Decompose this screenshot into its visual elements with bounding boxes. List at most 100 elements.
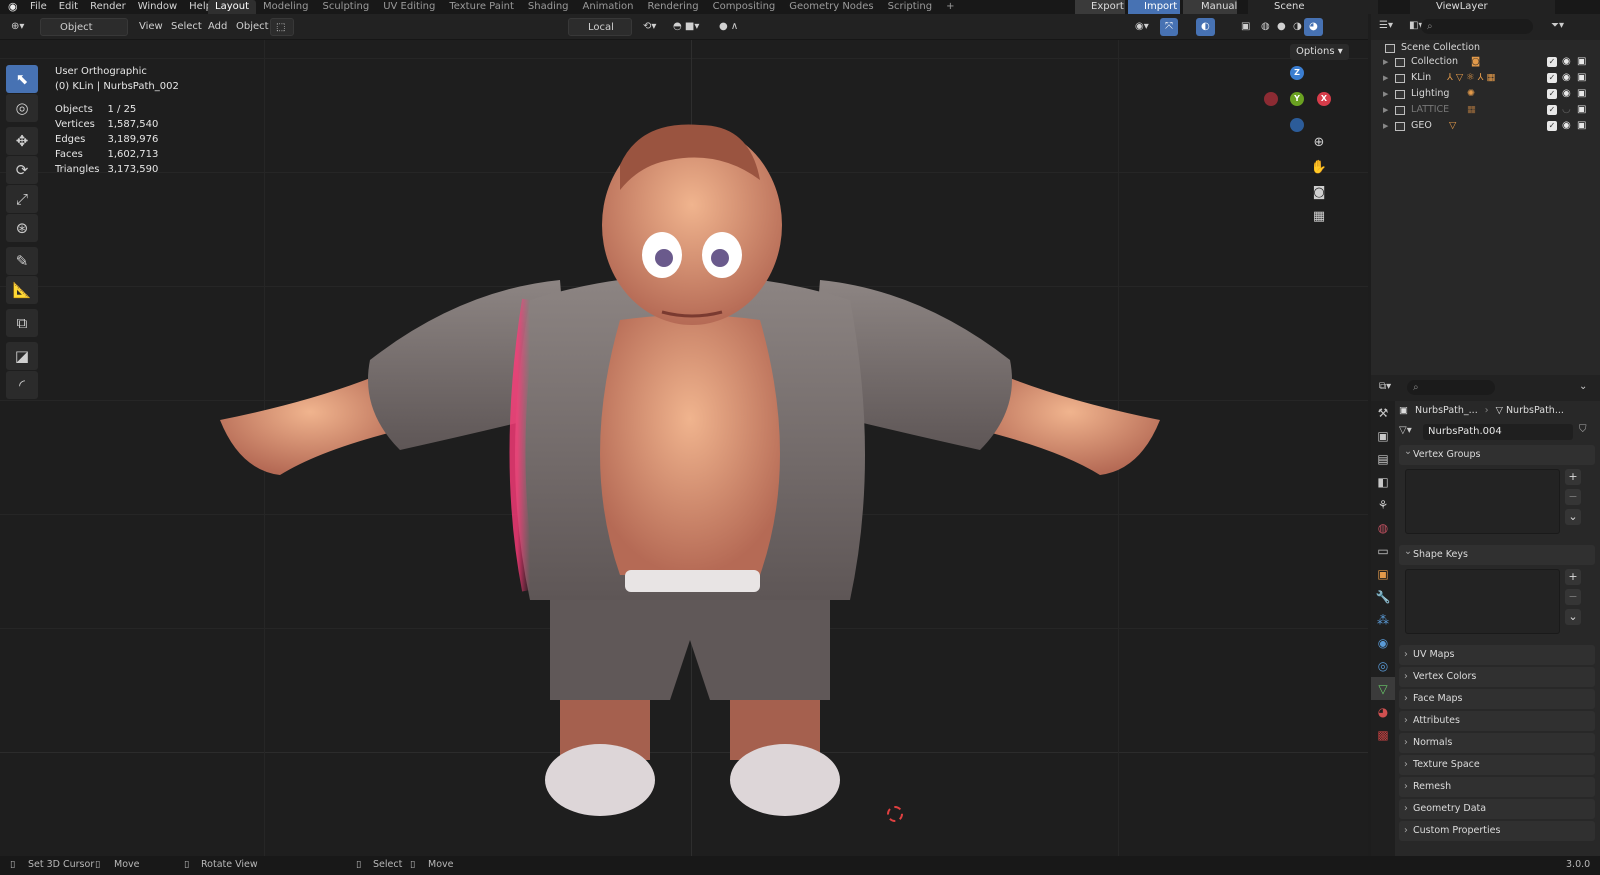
render-icon[interactable]: ▣ — [1577, 118, 1586, 134]
eye-icon[interactable]: ◉ — [1562, 118, 1571, 134]
data-browse-icon[interactable]: ▽▾ — [1399, 425, 1412, 436]
properties-editor-icon[interactable]: ⧉▾ — [1379, 381, 1391, 392]
tool-tab-icon[interactable]: ⚒ — [1371, 401, 1395, 424]
fake-user-icon[interactable]: ⛉ — [1579, 424, 1587, 435]
add-workspace-icon[interactable]: + — [939, 0, 961, 14]
vertex-groups-list[interactable] — [1405, 469, 1560, 534]
navigation-gizmo[interactable]: Z X Y — [1262, 64, 1338, 140]
render-icon[interactable]: ▣ — [1577, 70, 1586, 86]
data-tab-icon[interactable]: ▽ — [1371, 677, 1395, 700]
tab-texture-paint[interactable]: Texture Paint — [442, 0, 521, 14]
z-axis-icon[interactable]: Z — [1290, 66, 1304, 80]
tab-animation[interactable]: Animation — [576, 0, 641, 14]
vertex-group-menu-button[interactable]: ⌄ — [1565, 509, 1581, 525]
menu-object[interactable]: Object — [231, 18, 274, 36]
shape-keys-list[interactable] — [1405, 569, 1560, 634]
neg-z-axis-icon[interactable] — [1290, 118, 1304, 132]
exclude-checkbox[interactable]: ✓ — [1547, 89, 1557, 99]
outliner-row[interactable]: ▶ Lighting ✺ ✓ ◉ ▣ — [1371, 86, 1600, 102]
expand-arrow-icon[interactable]: ▶ — [1383, 54, 1391, 70]
exclude-checkbox[interactable]: ✓ — [1547, 57, 1557, 67]
zoom-icon[interactable]: ⊕ — [1308, 132, 1330, 154]
panel-attributes[interactable]: Attributes — [1399, 711, 1595, 731]
tab-sculpting[interactable]: Sculpting — [316, 0, 377, 14]
outliner-row[interactable]: ▶ GEO ▽ ✓ ◉ ▣ — [1371, 118, 1600, 134]
rotate-tool-icon[interactable]: ⟳ — [6, 156, 38, 184]
render-icon[interactable]: ▣ — [1577, 86, 1586, 102]
pan-hand-icon[interactable]: ✋ — [1308, 157, 1330, 179]
measure-tool-icon[interactable]: 📐 — [6, 276, 38, 304]
pivot-dropdown[interactable]: Local — [568, 18, 632, 36]
panel-texture-space[interactable]: Texture Space — [1399, 755, 1595, 775]
exclude-checkbox[interactable]: ✓ — [1547, 73, 1557, 83]
editor-type-icon[interactable]: ⊕▾ — [6, 18, 29, 36]
panel-vertex-groups[interactable]: Vertex Groups — [1399, 442, 1595, 465]
expand-arrow-icon[interactable]: ▶ — [1383, 102, 1391, 118]
scene-tab-icon[interactable]: ⚘ — [1371, 493, 1395, 516]
curve-tool-icon[interactable]: ◜ — [6, 371, 38, 399]
gizmo-toggle-icon[interactable]: ⤧ — [1160, 18, 1178, 36]
physics-tab-icon[interactable]: ◉ — [1371, 631, 1395, 654]
exclude-checkbox[interactable]: ✓ — [1547, 105, 1557, 115]
manual-button[interactable]: Manual — [1183, 0, 1237, 14]
tab-layout[interactable]: Layout — [208, 0, 256, 14]
scale-tool-icon[interactable]: ⤢ — [6, 185, 38, 213]
options-dropdown[interactable]: Options ▾ — [1290, 44, 1349, 60]
panel-face-maps[interactable]: Face Maps — [1399, 689, 1595, 709]
outliner-row[interactable]: ▶ KLin ⅄ ▽ ⚛ ⅄ ▦ ✓ ◉ ▣ — [1371, 70, 1600, 86]
move-tool-icon[interactable]: ✥ — [6, 127, 38, 155]
constraints-tab-icon[interactable]: ◎ — [1371, 654, 1395, 677]
scene-selector[interactable]: Scene — [1248, 0, 1378, 14]
shading-rendered-icon[interactable]: ◕ — [1304, 18, 1323, 36]
view-layer-selector[interactable]: ViewLayer — [1410, 0, 1555, 14]
select-box-icon[interactable]: ⬉ — [6, 65, 38, 93]
render-tab-icon[interactable]: ▣ — [1371, 424, 1395, 447]
menu-select[interactable]: Select — [166, 18, 207, 36]
output-tab-icon[interactable]: ▤ — [1371, 447, 1395, 470]
outliner-search-input[interactable]: ⌕ — [1421, 19, 1533, 34]
remove-shape-key-button[interactable]: − — [1565, 589, 1581, 605]
tool-settings-icon[interactable]: ◪ — [6, 342, 38, 370]
xray-icon[interactable]: ▣ — [1236, 18, 1255, 36]
outliner-editor-icon[interactable]: ☰▾ — [1379, 20, 1393, 31]
transform-orientation-icon[interactable]: ⬚ — [270, 18, 294, 36]
tab-uv-editing[interactable]: UV Editing — [376, 0, 442, 14]
material-tab-icon[interactable]: ◕ — [1371, 700, 1395, 723]
properties-search-input[interactable]: ⌕ — [1407, 380, 1495, 395]
menu-file[interactable]: File — [24, 0, 53, 14]
add-cube-tool-icon[interactable]: ⧉ — [6, 309, 38, 337]
x-axis-icon[interactable]: X — [1317, 92, 1331, 106]
panel-remesh[interactable]: Remesh — [1399, 777, 1595, 797]
modifier-tab-icon[interactable]: 🔧 — [1371, 585, 1395, 608]
particles-tab-icon[interactable]: ⁂ — [1371, 608, 1395, 631]
remove-vertex-group-button[interactable]: − — [1565, 489, 1581, 505]
perspective-grid-icon[interactable]: ▦ — [1308, 206, 1330, 228]
breadcrumb-object[interactable]: NurbsPath_... — [1411, 405, 1478, 416]
menu-edit[interactable]: Edit — [53, 0, 84, 14]
expand-arrow-icon[interactable]: ▶ — [1383, 118, 1391, 134]
y-axis-icon[interactable]: Y — [1290, 92, 1304, 106]
menu-window[interactable]: Window — [132, 0, 183, 14]
3d-cursor-icon[interactable] — [887, 806, 903, 822]
cursor-tool-icon[interactable]: ◎ — [6, 94, 38, 122]
eye-icon[interactable]: ◉ — [1562, 86, 1571, 102]
menu-view[interactable]: View — [134, 18, 168, 36]
collection-tab-icon[interactable]: ▭ — [1371, 539, 1395, 562]
import-button[interactable]: Import — [1128, 0, 1180, 14]
mode-dropdown[interactable]: Object Mode ▾ — [40, 18, 128, 51]
tab-scripting[interactable]: Scripting — [881, 0, 939, 14]
panel-geometry-data[interactable]: Geometry Data — [1399, 799, 1595, 819]
expand-arrow-icon[interactable]: ▶ — [1383, 70, 1391, 86]
tab-modeling[interactable]: Modeling — [256, 0, 316, 14]
render-icon[interactable]: ▣ — [1577, 102, 1586, 118]
panel-custom-properties[interactable]: Custom Properties — [1399, 821, 1595, 841]
export-button[interactable]: Export — [1075, 0, 1125, 14]
transform-tool-icon[interactable]: ⊛ — [6, 214, 38, 242]
proportional-edit-icon[interactable]: ● ∧ — [714, 18, 743, 36]
magnet-icon[interactable]: ◓ ■▾ — [668, 18, 704, 36]
expand-arrow-icon[interactable]: ▶ — [1383, 86, 1391, 102]
tab-shading[interactable]: Shading — [521, 0, 576, 14]
breadcrumb-data[interactable]: NurbsPath... — [1506, 405, 1564, 416]
visibility-icon[interactable]: ◉▾ — [1130, 18, 1154, 36]
overlay-toggle-icon[interactable]: ◐ — [1196, 18, 1215, 36]
